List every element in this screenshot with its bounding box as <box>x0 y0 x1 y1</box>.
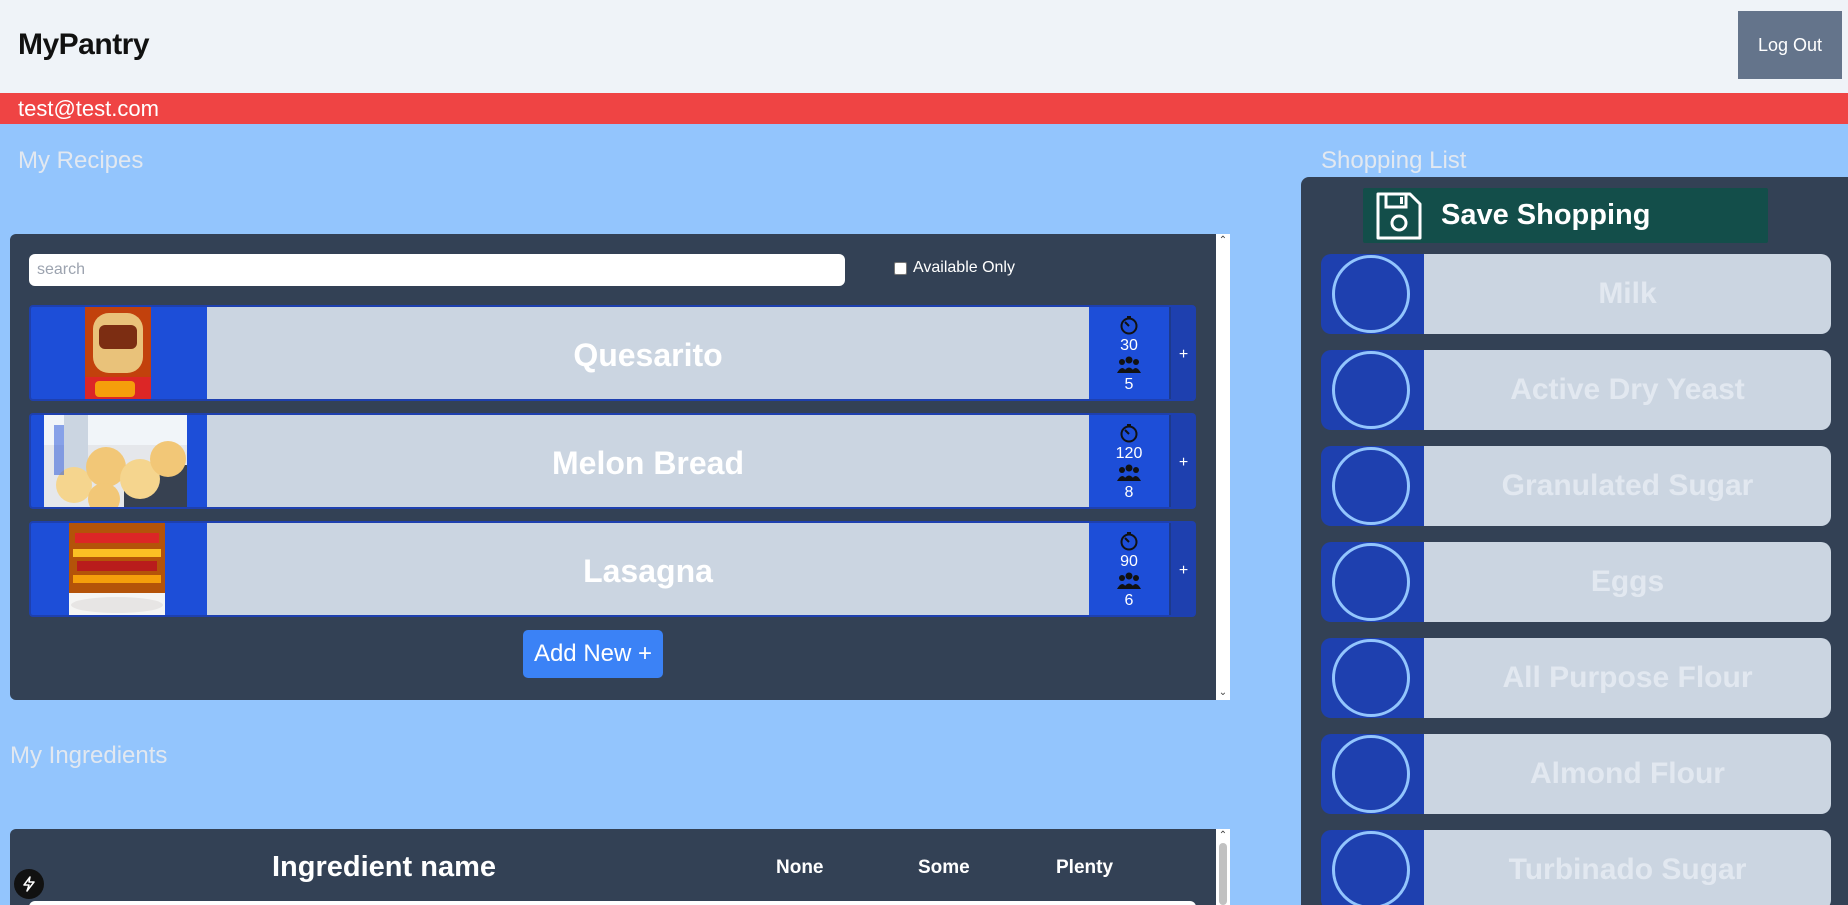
shopping-item-name: Active Dry Yeast <box>1424 350 1831 430</box>
recipe-servings: 6 <box>1124 592 1134 609</box>
scroll-thumb[interactable] <box>1219 843 1227 905</box>
ingredient-row <box>29 901 1196 905</box>
some-header: Some <box>918 857 970 878</box>
recipe-stats: 30 5 <box>1089 307 1169 399</box>
add-recipe-to-shopping-button[interactable]: + <box>1169 415 1194 507</box>
shopping-item-name: Turbinado Sugar <box>1424 830 1831 905</box>
servings-icon <box>1117 572 1141 589</box>
ingredient-name-header: Ingredient name <box>272 851 496 883</box>
shopping-item-toggle[interactable] <box>1332 543 1410 621</box>
user-email: test@test.com <box>18 96 159 121</box>
shopping-item[interactable]: Granulated Sugar <box>1321 446 1831 526</box>
shopping-item-name: Milk <box>1424 254 1831 334</box>
recipe-card-melon-bread[interactable]: Melon Bread 120 8 + <box>29 413 1196 509</box>
logout-button[interactable]: Log Out <box>1738 11 1842 79</box>
shopping-item-toggle[interactable] <box>1332 735 1410 813</box>
shopping-item-name: All Purpose Flour <box>1424 638 1831 718</box>
scroll-up-arrow-icon[interactable]: ⌃ <box>1216 829 1230 843</box>
shopping-item-name: Granulated Sugar <box>1424 446 1831 526</box>
scroll-down-arrow-icon[interactable]: ⌄ <box>1216 686 1230 700</box>
app-brand: MyPantry <box>18 28 150 61</box>
recipe-time: 90 <box>1120 553 1138 570</box>
top-bar: MyPantry Log Out <box>0 0 1848 93</box>
ingredients-title: My Ingredients <box>10 742 168 769</box>
servings-icon <box>1117 356 1141 373</box>
recipes-title: My Recipes <box>18 147 144 174</box>
recipe-time: 120 <box>1115 445 1143 462</box>
recipe-time: 30 <box>1120 337 1138 354</box>
shopping-item[interactable]: Almond Flour <box>1321 734 1831 814</box>
shopping-item-toggle[interactable] <box>1332 255 1410 333</box>
save-shopping-button[interactable]: Save Shopping <box>1363 188 1768 243</box>
lightning-button[interactable] <box>14 869 44 899</box>
shopping-item-marker <box>1321 830 1424 905</box>
servings-icon <box>1117 464 1141 481</box>
shopping-item[interactable]: All Purpose Flour <box>1321 638 1831 718</box>
recipe-image <box>85 307 151 399</box>
recipe-name: Lasagna <box>207 523 1089 615</box>
add-recipe-to-shopping-button[interactable]: + <box>1169 523 1194 615</box>
shopping-item-toggle[interactable] <box>1332 447 1410 525</box>
shopping-title: Shopping List <box>1321 147 1467 174</box>
recipe-stats: 90 6 <box>1089 523 1169 615</box>
shopping-item[interactable]: Eggs <box>1321 542 1831 622</box>
recipe-image <box>44 415 187 507</box>
timer-icon <box>1120 424 1138 443</box>
none-header: None <box>776 857 824 878</box>
shopping-item-toggle[interactable] <box>1332 831 1410 905</box>
save-floppy-icon <box>1376 192 1422 239</box>
shopping-item[interactable]: Turbinado Sugar <box>1321 830 1831 905</box>
recipes-scrollbar[interactable]: ⌃ ⌄ <box>1216 234 1230 700</box>
save-shopping-label: Save Shopping <box>1441 199 1651 231</box>
recipe-card-quesarito[interactable]: Quesarito 30 5 + <box>29 305 1196 401</box>
shopping-item-marker <box>1321 254 1424 334</box>
shopping-item[interactable]: Milk <box>1321 254 1831 334</box>
add-recipe-to-shopping-button[interactable]: + <box>1169 307 1194 399</box>
available-only-toggle[interactable]: Available Only <box>894 259 1015 277</box>
ingredients-scrollbar[interactable]: ⌃ <box>1216 829 1230 905</box>
recipe-servings: 8 <box>1124 484 1134 501</box>
shopping-item-name: Almond Flour <box>1424 734 1831 814</box>
ingredients-panel: Ingredient name None Some Plenty ⌃ <box>10 829 1230 905</box>
shopping-item[interactable]: Active Dry Yeast <box>1321 350 1831 430</box>
recipe-image <box>69 523 165 615</box>
shopping-item-marker <box>1321 734 1424 814</box>
shopping-panel: Save Shopping Milk Active Dry Yeast Gran… <box>1301 177 1848 905</box>
timer-icon <box>1120 316 1138 335</box>
user-bar: test@test.com <box>0 93 1848 124</box>
recipe-search-input[interactable] <box>29 254 845 286</box>
recipe-servings: 5 <box>1124 376 1134 393</box>
timer-icon <box>1120 532 1138 551</box>
add-new-recipe-button[interactable]: Add New + <box>523 630 663 678</box>
shopping-item-name: Eggs <box>1424 542 1831 622</box>
recipe-card-lasagna[interactable]: Lasagna 90 6 + <box>29 521 1196 617</box>
recipe-name: Quesarito <box>207 307 1089 399</box>
shopping-item-toggle[interactable] <box>1332 351 1410 429</box>
recipe-stats: 120 8 <box>1089 415 1169 507</box>
available-only-checkbox[interactable] <box>894 261 907 275</box>
shopping-item-marker <box>1321 542 1424 622</box>
plenty-header: Plenty <box>1056 857 1114 878</box>
recipe-name: Melon Bread <box>207 415 1089 507</box>
scroll-up-arrow-icon[interactable]: ⌃ <box>1216 234 1230 248</box>
recipes-panel: Available Only Quesarito 30 5 + <box>10 234 1230 700</box>
shopping-item-marker <box>1321 638 1424 718</box>
available-only-label: Available Only <box>913 259 1015 276</box>
lightning-icon <box>23 876 35 892</box>
shopping-item-marker <box>1321 350 1424 430</box>
shopping-item-toggle[interactable] <box>1332 639 1410 717</box>
shopping-item-marker <box>1321 446 1424 526</box>
